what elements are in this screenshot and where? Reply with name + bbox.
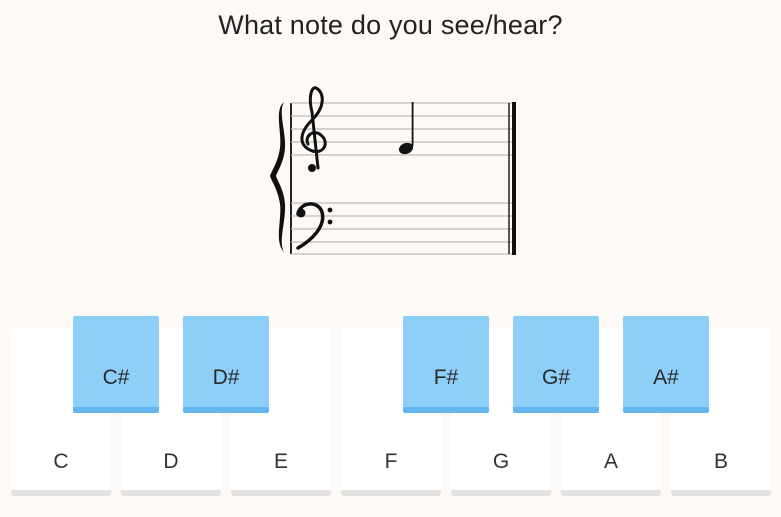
piano-keyboard: C D E F G A B C# D# F# G# A# — [0, 300, 781, 517]
brace — [270, 102, 286, 252]
key-label: C — [53, 450, 69, 473]
key-label: A# — [653, 366, 679, 389]
key-c-sharp[interactable]: C# — [73, 316, 159, 413]
key-g-sharp[interactable]: G# — [513, 316, 599, 413]
bass-staff-lines — [291, 202, 512, 255]
key-label: C# — [102, 366, 130, 389]
question-title: What note do you see/hear? — [218, 10, 563, 40]
grand-staff — [268, 82, 528, 262]
key-f-sharp[interactable]: F# — [403, 316, 489, 413]
key-label: G — [492, 450, 510, 473]
key-label: F# — [433, 366, 459, 389]
key-label: A — [603, 450, 618, 473]
key-d-sharp[interactable]: D# — [183, 316, 269, 413]
key-label: G# — [541, 366, 570, 389]
key-label: D# — [212, 366, 240, 389]
treble-clef-icon — [300, 86, 327, 172]
key-label: B — [713, 450, 728, 473]
key-label: F — [384, 450, 398, 473]
key-a-sharp[interactable]: A# — [623, 316, 709, 413]
key-label: E — [273, 450, 288, 473]
key-label: D — [163, 450, 179, 473]
bass-clef-icon — [296, 202, 333, 250]
